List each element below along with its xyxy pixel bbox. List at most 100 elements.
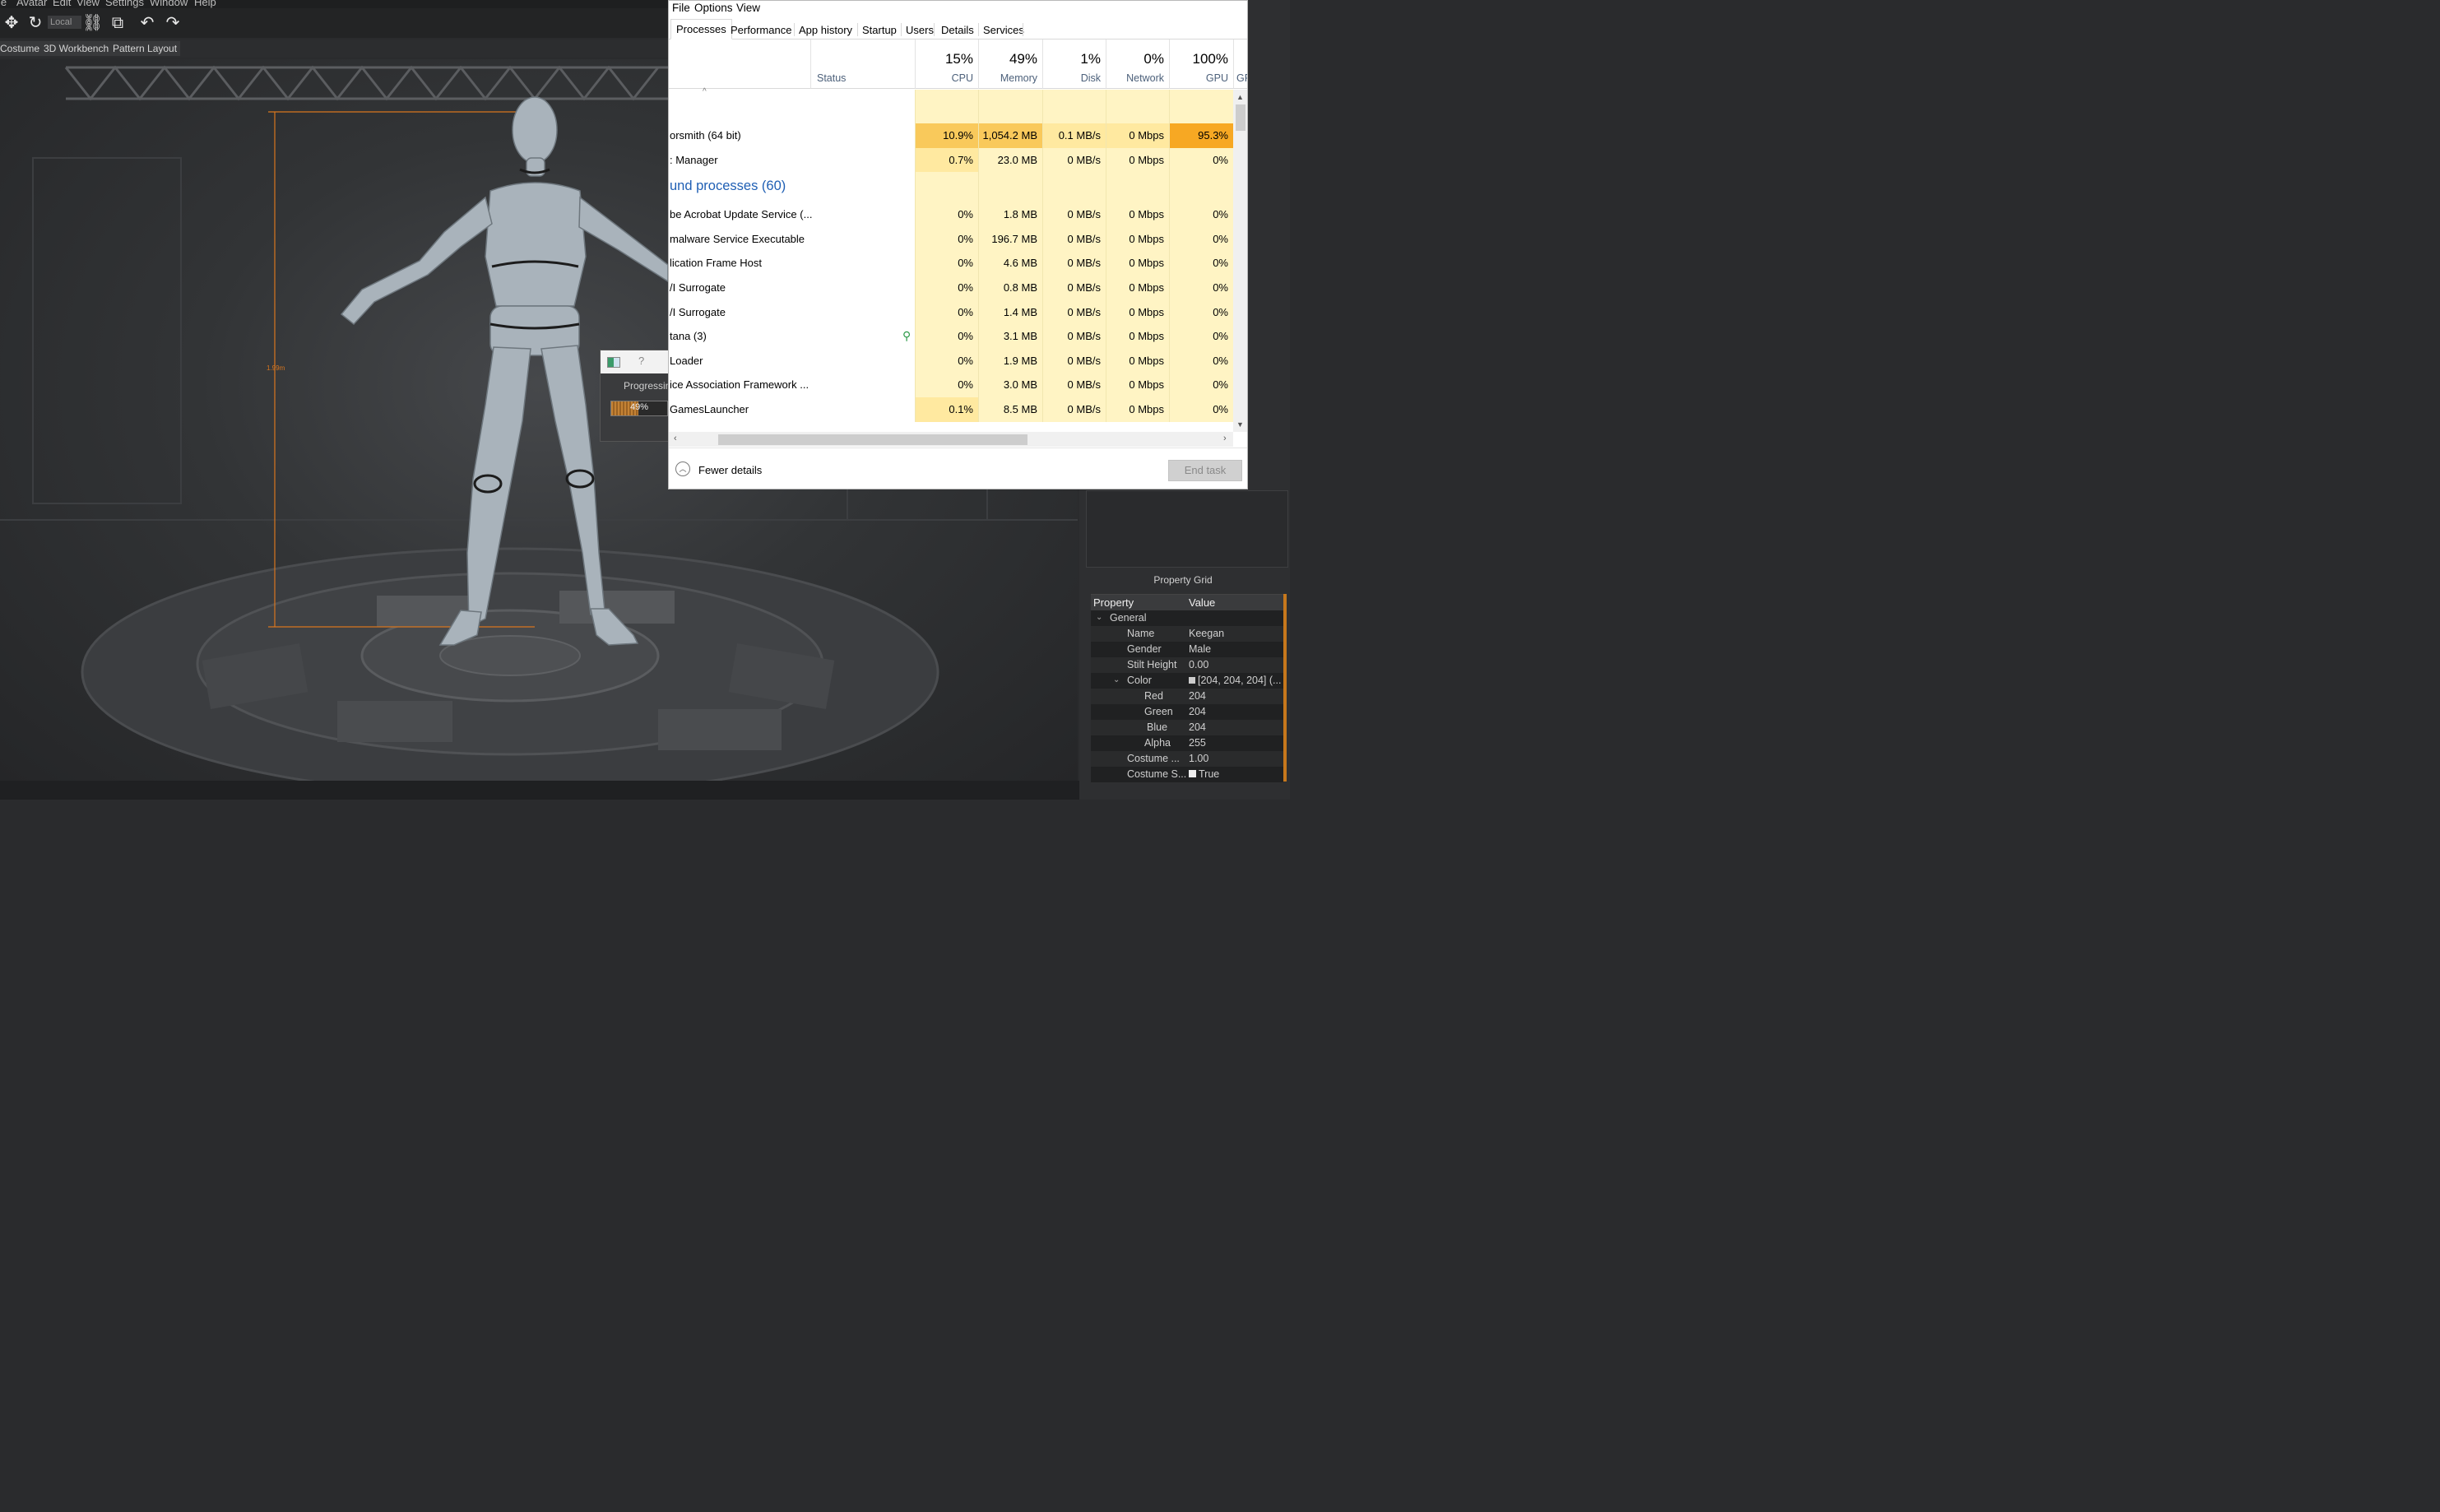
help-icon[interactable]: ? — [638, 355, 644, 367]
process-name: : Manager — [670, 153, 718, 166]
cell-gpu: 95.3% — [1169, 123, 1233, 148]
cell-cpu: 0% — [915, 324, 978, 349]
process-row[interactable]: : Manager 0.7% 23.0 MB 0 MB/s 0 Mbps 0% — [669, 147, 1233, 173]
process-row[interactable]: orsmith (64 bit) 10.9% 1,054.2 MB 0.1 MB/s 0… — [669, 123, 1233, 148]
tab-separator — [934, 23, 935, 36]
tab-details[interactable]: Details — [938, 21, 977, 39]
redo-icon[interactable]: ↷ — [163, 13, 183, 33]
menu-avatar[interactable]: Avatar — [16, 0, 47, 8]
cell-mem — [978, 90, 1042, 123]
tab-services[interactable]: Services — [980, 21, 1027, 39]
chevron-down-icon[interactable]: ⌄ — [1096, 613, 1102, 622]
scroll-up-icon[interactable]: ▲ — [1236, 93, 1244, 101]
process-row[interactable]: GamesLauncher 0.1% 8.5 MB 0 MB/s 0 Mbps 0% — [669, 397, 1233, 422]
prop-row-green[interactable]: Green 204 — [1091, 704, 1283, 720]
cell-cpu — [915, 90, 978, 123]
col-status[interactable]: Status — [810, 39, 915, 89]
checkbox-icon[interactable] — [1189, 770, 1196, 777]
prop-row-stilt-height[interactable]: Stilt Height 0.00 — [1091, 657, 1283, 673]
menu-settings[interactable]: Settings — [105, 0, 144, 8]
local-space-toggle[interactable]: Local — [48, 16, 81, 29]
prop-row-gender[interactable]: Gender Male — [1091, 642, 1283, 657]
process-list-hscroll[interactable]: ‹ › — [669, 432, 1233, 447]
menu-file[interactable]: le — [0, 0, 7, 8]
property-grid[interactable]: Property Value ⌄ General Name Keegan Gen… — [1091, 594, 1283, 782]
process-group-header[interactable]: und processes (60) — [669, 172, 1233, 203]
tab-startup[interactable]: Startup — [859, 21, 900, 39]
col-disk[interactable]: 1% Disk — [1042, 39, 1106, 89]
hscroll-thumb[interactable] — [718, 434, 1027, 445]
process-row[interactable]: /I Surrogate 0% 0.8 MB 0 MB/s 0 Mbps 0% — [669, 276, 1233, 300]
process-row[interactable]: ice Association Framework ... 0% 3.0 MB 0 M… — [669, 373, 1233, 397]
prop-row-costume-scale[interactable]: Costume ... 1.00 — [1091, 751, 1283, 767]
prop-row-alpha[interactable]: Alpha 255 — [1091, 735, 1283, 751]
cell-cpu: 0% — [915, 299, 978, 325]
col-gpu[interactable]: 100% GPU — [1169, 39, 1233, 89]
external-icon[interactable]: ⧉ — [108, 13, 128, 33]
cell-net: 0 Mbps — [1106, 276, 1169, 300]
property-grid-scrollbar[interactable] — [1283, 594, 1287, 782]
group-cell-gpu — [1169, 172, 1233, 203]
progress-percent: 49% — [629, 402, 649, 412]
menu-view[interactable]: View — [77, 0, 100, 8]
undo-icon[interactable]: ↶ — [137, 13, 157, 33]
group-general[interactable]: ⌄ General — [1091, 610, 1283, 626]
menu-window[interactable]: Window — [150, 0, 188, 8]
end-task-button[interactable]: End task — [1168, 460, 1242, 481]
tab-app-history[interactable]: App history — [796, 21, 856, 39]
process-row[interactable]: /I Surrogate 0% 1.4 MB 0 MB/s 0 Mbps 0% — [669, 299, 1233, 325]
prop-row-costume-show[interactable]: Costume S... True — [1091, 767, 1283, 782]
col-memory[interactable]: 49% Memory — [978, 39, 1042, 89]
prop-row-name[interactable]: Name Keegan — [1091, 626, 1283, 642]
chevron-up-icon[interactable]: ︿ — [675, 461, 690, 476]
menu-help[interactable]: Help — [194, 0, 216, 8]
process-row[interactable]: be Acrobat Update Service (... 0% 1.8 MB 0 … — [669, 202, 1233, 227]
rotate-icon[interactable]: ↻ — [26, 13, 45, 33]
height-label: 1.99m — [267, 364, 285, 372]
scroll-left-icon[interactable]: ‹ — [674, 434, 677, 443]
cell-gpu: 0% — [1169, 251, 1233, 276]
col-name[interactable]: ^ — [669, 39, 810, 96]
tm-menu-options[interactable]: Options — [694, 2, 733, 14]
process-row[interactable] — [669, 90, 1233, 123]
process-name: GamesLauncher — [670, 403, 749, 415]
tab-performance[interactable]: Performance — [727, 21, 795, 39]
tab-costume[interactable]: Costume — [0, 41, 44, 56]
process-name: Loader — [670, 354, 703, 367]
scroll-right-icon[interactable]: › — [1223, 434, 1227, 443]
process-list-vscroll[interactable]: ▲ ▼ — [1233, 90, 1247, 432]
tab-processes[interactable]: Processes — [670, 19, 732, 39]
cell-mem: 1.9 MB — [978, 348, 1042, 373]
app-icon — [607, 357, 620, 368]
col-cpu[interactable]: 15% CPU — [915, 39, 978, 89]
tm-menu-view[interactable]: View — [736, 2, 760, 14]
tab-3d-workbench[interactable]: 3D Workbench — [40, 41, 113, 56]
process-row[interactable]: tana (3) ⚲ 0% 3.1 MB 0 MB/s 0 Mbps 0% — [669, 324, 1233, 349]
tab-pattern-layout[interactable]: Pattern Layout — [109, 41, 181, 56]
prop-row-color[interactable]: ⌄ Color [204, 204, 204] (... — [1091, 673, 1283, 689]
col-value[interactable]: Value — [1189, 596, 1215, 609]
process-row[interactable]: malware Service Executable 0% 196.7 MB 0 MB… — [669, 226, 1233, 252]
process-list[interactable]: orsmith (64 bit) 10.9% 1,054.2 MB 0.1 MB/s 0… — [669, 90, 1233, 432]
prop-row-red[interactable]: Red 204 — [1091, 689, 1283, 704]
col-network[interactable]: 0% Network — [1106, 39, 1169, 89]
cell-mem: 23.0 MB — [978, 147, 1042, 173]
chevron-down-icon[interactable]: ⌄ — [1113, 675, 1120, 684]
col-property[interactable]: Property — [1093, 596, 1134, 609]
scroll-down-icon[interactable]: ▼ — [1236, 420, 1244, 429]
process-row[interactable]: lication Frame Host 0% 4.6 MB 0 MB/s 0 Mbps 0… — [669, 251, 1233, 276]
costume-show-value[interactable]: True — [1189, 768, 1219, 780]
process-row[interactable]: Loader 0% 1.9 MB 0 MB/s 0 Mbps 0% — [669, 348, 1233, 373]
process-name: orsmith (64 bit) — [670, 129, 741, 141]
menu-edit[interactable]: Edit — [53, 0, 71, 8]
col-gpu-engine[interactable]: GF — [1233, 39, 1247, 89]
tab-users[interactable]: Users — [902, 21, 937, 39]
prop-row-blue[interactable]: Blue 204 — [1091, 720, 1283, 735]
cell-disk: 0 MB/s — [1042, 299, 1106, 325]
tm-menu-file[interactable]: File — [672, 2, 690, 14]
link-icon[interactable]: ⛓ — [82, 13, 103, 33]
move-icon[interactable]: ✥ — [2, 13, 21, 33]
vscroll-thumb[interactable] — [1236, 104, 1246, 131]
color-value[interactable]: [204, 204, 204] (... — [1189, 675, 1281, 686]
fewer-details-link[interactable]: Fewer details — [698, 464, 762, 476]
